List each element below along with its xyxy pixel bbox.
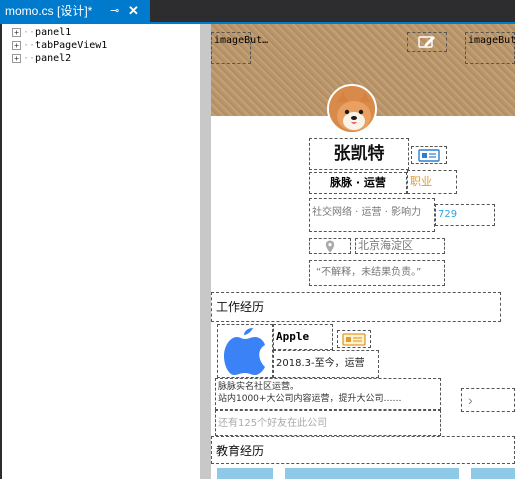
tree-node-label: tabPageView1 bbox=[35, 40, 108, 51]
tree-node-label: panel2 bbox=[35, 53, 72, 64]
company-logo[interactable] bbox=[217, 324, 273, 378]
work-section-title: 工作经历 bbox=[211, 292, 501, 322]
form-design-surface: imageBut… imageButton2 张凯特 bbox=[211, 24, 515, 479]
fans-count[interactable]: 729 bbox=[435, 204, 495, 226]
tree-node-panel1[interactable]: + ··panel1 bbox=[12, 27, 71, 41]
profile-tagline: 社交网络 · 运营 · 影响力 bbox=[309, 198, 435, 232]
education-tab-2[interactable] bbox=[285, 468, 459, 479]
vip-card-button[interactable] bbox=[411, 146, 447, 164]
document-tab-bar: momo.cs [设计]* ⊸ ✕ bbox=[0, 0, 515, 22]
work-description-line: 脉脉实名社区运营。 bbox=[218, 382, 300, 392]
expand-icon[interactable]: + bbox=[12, 53, 21, 63]
tab-momo-design[interactable]: momo.cs [设计]* ⊸ ✕ bbox=[0, 0, 150, 22]
id-card-icon bbox=[418, 148, 440, 162]
education-section-title: 教育经历 bbox=[211, 436, 515, 464]
edit-icon bbox=[418, 36, 435, 48]
education-tab-3[interactable] bbox=[471, 468, 515, 479]
location-pin-icon bbox=[325, 240, 335, 252]
profile-name: 张凯特 bbox=[309, 138, 409, 170]
company-role: 脉脉 · 运营 bbox=[309, 172, 407, 194]
profile-motto: “不解释，未结果负责。” bbox=[309, 260, 445, 286]
company-card-icon bbox=[342, 332, 366, 346]
apple-logo-icon bbox=[224, 328, 265, 375]
work-period: 2018.3-至今，运营 bbox=[273, 350, 379, 378]
location-pin bbox=[309, 238, 351, 254]
chevron-right-icon[interactable]: › bbox=[461, 388, 515, 412]
expand-icon[interactable]: + bbox=[12, 27, 21, 37]
company-card-button[interactable] bbox=[337, 330, 371, 348]
tab-title: momo.cs [设计]* bbox=[5, 4, 93, 18]
expand-icon[interactable]: + bbox=[12, 40, 21, 50]
image-button-1[interactable]: imageBut… bbox=[211, 32, 268, 64]
pin-icon[interactable]: ⊸ bbox=[110, 0, 119, 22]
tree-node-panel2[interactable]: + ··panel2 bbox=[12, 53, 71, 67]
friends-at-company[interactable]: 还有125个好友在此公司 bbox=[215, 410, 441, 436]
close-icon[interactable]: ✕ bbox=[128, 0, 139, 22]
tree-node-tabpageview1[interactable]: + ··tabPageView1 bbox=[12, 40, 107, 54]
document-outline-tree: + ··panel1 + ··tabPageView1 + ··panel2 bbox=[2, 24, 200, 479]
education-tab-1[interactable] bbox=[217, 468, 273, 479]
avatar[interactable] bbox=[327, 84, 377, 134]
location-text: 北京海淀区 bbox=[355, 238, 445, 254]
edit-button[interactable] bbox=[407, 32, 447, 52]
company-name: Apple bbox=[273, 324, 333, 350]
splitter[interactable] bbox=[200, 24, 211, 479]
image-button-2[interactable]: imageButton2 bbox=[465, 32, 515, 64]
visual-studio-designer: momo.cs [设计]* ⊸ ✕ + ··panel1 + ··tabPageVi… bbox=[0, 0, 515, 479]
work-description-line: 站内1000+大公司内容运营，提升大公司…… bbox=[218, 394, 402, 404]
tree-node-label: panel1 bbox=[35, 27, 72, 38]
job-tag: 职业 bbox=[407, 170, 457, 194]
work-description: 脉脉实名社区运营。 站内1000+大公司内容运营，提升大公司…… bbox=[215, 378, 441, 410]
dog-avatar-icon bbox=[329, 86, 375, 132]
